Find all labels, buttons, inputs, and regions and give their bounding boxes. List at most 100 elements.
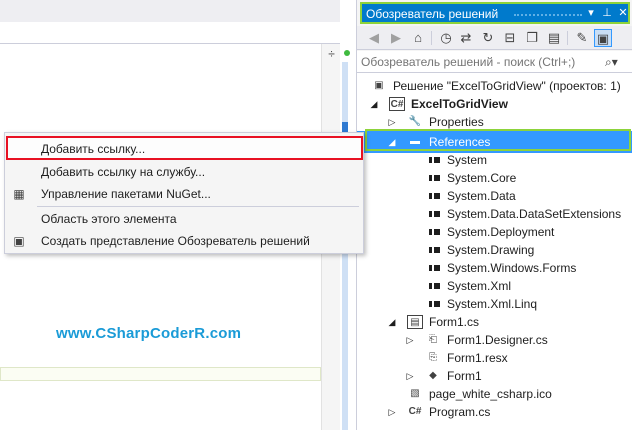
menu-item-new-solution-explorer-view[interactable]: ▣ Создать представление Обозреватель реш… — [5, 230, 363, 252]
properties-wrench-icon[interactable]: ✎ — [573, 29, 591, 47]
reference-label: System.Deployment — [447, 225, 555, 239]
watermark-text: www.CSharpCoderR.com — [56, 325, 242, 342]
editor-current-line — [0, 367, 321, 381]
tree-node-reference[interactable]: System.Data — [357, 187, 632, 205]
collapsed-arrow-icon[interactable]: ▷ — [405, 369, 415, 383]
pin-icon[interactable]: ⊥ — [600, 6, 614, 20]
view-code-icon[interactable]: ▤ — [545, 29, 563, 47]
search-input[interactable] — [361, 53, 599, 71]
back-icon[interactable]: ◀ — [365, 29, 383, 47]
tree-node-reference[interactable]: System.Xml — [357, 277, 632, 295]
menu-item-add-service-reference[interactable]: Добавить ссылку на службу... — [5, 161, 363, 183]
split-editor-icon[interactable]: ÷ — [326, 47, 337, 61]
tree-node-reference[interactable]: System — [357, 151, 632, 169]
home-icon[interactable]: ⌂ — [409, 29, 427, 47]
tree-node-form1-cs[interactable]: ◢ ▤ Form1.cs — [357, 313, 632, 331]
form1-cs-label: Form1.cs — [429, 315, 480, 329]
solution-label: Решение "ExcelToGridView" (проектов: 1) — [393, 79, 621, 93]
csharp-project-icon: C# — [389, 97, 405, 111]
tree-node-reference[interactable]: System.Data.DataSetExtensions — [357, 205, 632, 223]
editor-navigation-bar[interactable] — [0, 22, 340, 44]
sync-with-active-document-icon[interactable]: ⇄ — [457, 29, 475, 47]
solution-icon: ▣ — [374, 80, 384, 91]
collapse-all-icon[interactable]: ⊟ — [501, 29, 519, 47]
assembly-reference-icon — [429, 283, 441, 289]
tree-node-reference[interactable]: System.Core — [357, 169, 632, 187]
assembly-reference-icon — [429, 175, 441, 181]
form-icon: ▤ — [407, 315, 423, 329]
menu-item-scope-to-this[interactable]: Область этого элемента — [5, 208, 363, 230]
menu-item-label: Добавить ссылку на службу... — [41, 165, 206, 179]
solution-explorer-toolbar: ◀ ▶ ⌂ ◷ ⇄ ↻ ⊟ ❐ ▤ ✎ ▣ — [357, 26, 632, 50]
code-file-icon: ⎗ — [429, 334, 437, 345]
reference-label: System — [447, 153, 488, 167]
tree-node-form1-designer[interactable]: ▷ ⎗ Form1.Designer.cs — [357, 331, 632, 349]
assembly-reference-icon — [429, 193, 441, 199]
tree-node-form1[interactable]: ▷ ◆ Form1 — [357, 367, 632, 385]
tree-node-reference[interactable]: System.Windows.Forms — [357, 259, 632, 277]
menu-item-label: Создать представление Обозреватель решен… — [41, 234, 310, 248]
editor-tab-bar — [0, 0, 340, 22]
ico-label: page_white_csharp.ico — [429, 387, 552, 401]
resource-file-icon: ⎘ — [429, 352, 437, 363]
solution-explorer-search[interactable]: ⌕▾ — [357, 51, 632, 73]
assembly-reference-icon — [429, 247, 441, 253]
csharp-file-icon: C# — [408, 406, 422, 417]
panel-title: Обозреватель решений — [366, 7, 499, 21]
tree-node-form1-resx[interactable]: ⎘ Form1.resx — [357, 349, 632, 367]
tree-node-reference[interactable]: System.Drawing — [357, 241, 632, 259]
tree-node-solution[interactable]: ▣ Решение "ExcelToGridView" (проектов: 1… — [357, 77, 632, 95]
program-label: Program.cs — [429, 405, 491, 419]
project-label: ExcelToGridView — [411, 97, 508, 111]
tree-node-reference[interactable]: System.Xml.Linq — [357, 295, 632, 313]
tree-node-project[interactable]: ◢ C# ExcelToGridView — [357, 95, 632, 113]
expanded-arrow-icon[interactable]: ◢ — [387, 315, 397, 329]
reference-label: System.Data.DataSetExtensions — [447, 207, 622, 221]
assembly-reference-icon — [429, 211, 441, 217]
close-icon[interactable]: ✕ — [616, 6, 630, 20]
tree-node-program[interactable]: ▷ C# Program.cs — [357, 403, 632, 421]
collapsed-arrow-icon[interactable]: ▷ — [387, 115, 397, 129]
show-all-files-icon[interactable]: ❐ — [523, 29, 541, 47]
new-view-icon: ▣ — [13, 234, 25, 248]
menu-item-add-reference[interactable]: Добавить ссылку... — [5, 138, 363, 160]
tree-node-reference[interactable]: System.Deployment — [357, 223, 632, 241]
reference-label: System.Xml — [447, 279, 512, 293]
panel-options-dropdown-icon[interactable]: ▾ — [584, 6, 598, 20]
menu-item-label: Область этого элемента — [41, 212, 177, 226]
reference-label: System.Core — [447, 171, 517, 185]
context-menu: Добавить ссылку... Добавить ссылку на сл… — [4, 132, 364, 254]
menu-item-manage-nuget[interactable]: ▦ Управление пакетами NuGet... — [5, 183, 363, 205]
solution-tree[interactable]: ▣ Решение "ExcelToGridView" (проектов: 1… — [357, 73, 632, 430]
properties-label: Properties — [429, 115, 484, 129]
form1-label: Form1 — [447, 369, 482, 383]
assembly-reference-icon — [429, 229, 441, 235]
form1-resx-label: Form1.resx — [447, 351, 508, 365]
pending-changes-filter-icon[interactable]: ◷ — [437, 29, 455, 47]
preview-selected-items-icon[interactable]: ▣ — [594, 29, 612, 47]
menu-item-label: Управление пакетами NuGet... — [41, 187, 211, 201]
title-grip — [514, 14, 582, 17]
expanded-arrow-icon[interactable]: ◢ — [369, 97, 379, 111]
refresh-icon[interactable]: ↻ — [479, 29, 497, 47]
forward-icon[interactable]: ▶ — [387, 29, 405, 47]
solution-explorer-title-bar[interactable]: Обозреватель решений ▾ ⊥ ✕ — [360, 2, 630, 24]
assembly-reference-icon — [429, 265, 441, 271]
menu-item-label: Добавить ссылку... — [41, 142, 146, 156]
solution-explorer-panel: Обозреватель решений ▾ ⊥ ✕ ◀ ▶ ⌂ ◷ ⇄ ↻ ⊟… — [356, 0, 632, 430]
toolbar-separator — [567, 31, 568, 45]
collapsed-arrow-icon[interactable]: ▷ — [405, 333, 415, 347]
menu-separator — [37, 206, 359, 207]
class-member-icon: ◆ — [429, 370, 437, 381]
status-indicator-dot — [344, 50, 350, 56]
references-highlight-frame — [365, 129, 631, 151]
tree-node-ico[interactable]: ▧ page_white_csharp.ico — [357, 385, 632, 403]
assembly-reference-icon — [429, 301, 441, 307]
reference-label: System.Data — [447, 189, 516, 203]
collapsed-arrow-icon[interactable]: ▷ — [387, 405, 397, 419]
reference-label: System.Drawing — [447, 243, 535, 257]
reference-label: System.Xml.Linq — [447, 297, 538, 311]
search-icon[interactable]: ⌕▾ — [605, 53, 621, 71]
toolbar-separator — [431, 31, 432, 45]
assembly-reference-icon — [429, 157, 441, 163]
